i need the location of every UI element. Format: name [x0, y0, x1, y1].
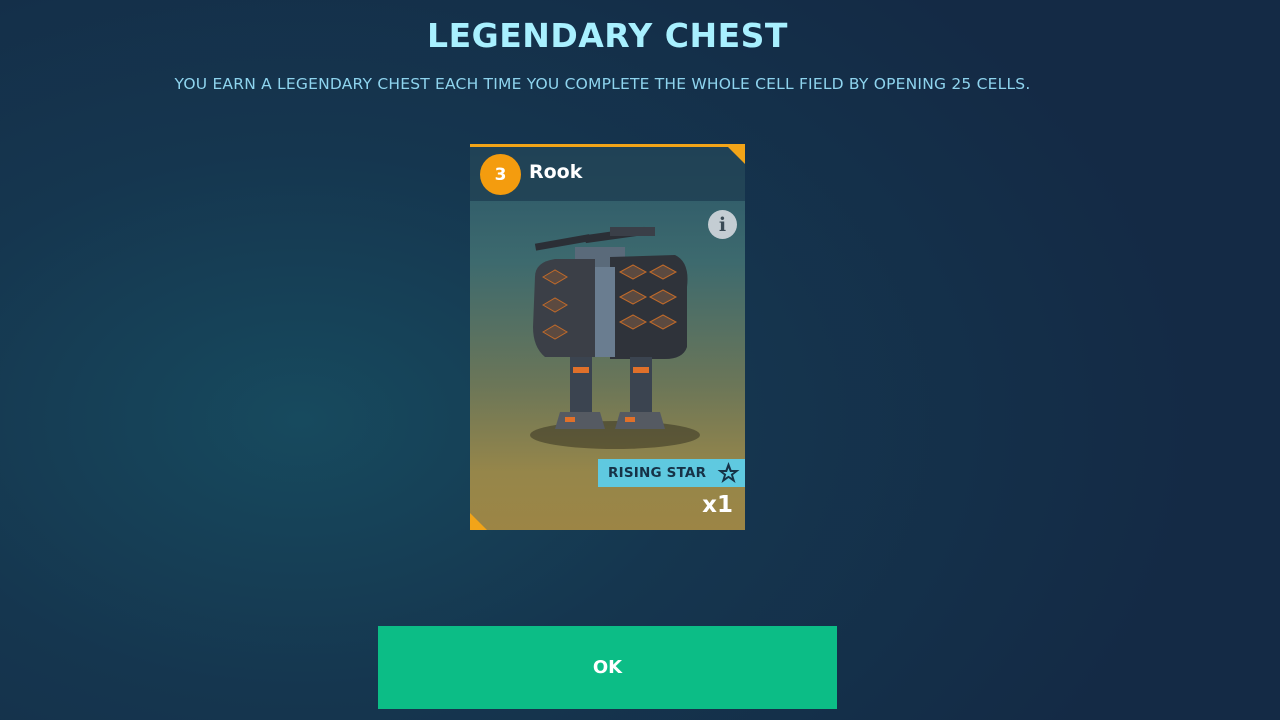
- quantity-label: x1: [702, 492, 733, 518]
- rising-star-tag: RISING STAR: [598, 459, 745, 487]
- corner-accent-top-right: [728, 147, 745, 164]
- page-title: LEGENDARY CHEST: [427, 16, 788, 55]
- ok-button[interactable]: OK: [378, 626, 837, 709]
- page-subtitle: YOU EARN A LEGENDARY CHEST EACH TIME YOU…: [174, 75, 1031, 93]
- tag-label: RISING STAR: [608, 465, 707, 481]
- robot-name: Rook: [529, 161, 583, 183]
- card-header: 3 Rook: [470, 147, 745, 201]
- star-icon: [717, 462, 740, 483]
- robot-shadow: [530, 421, 700, 449]
- corner-accent-bottom-left: [470, 513, 487, 530]
- reward-card: 3 Rook i RISING STAR x1: [470, 144, 745, 530]
- level-badge: 3: [480, 154, 521, 195]
- robot-image: [530, 226, 700, 449]
